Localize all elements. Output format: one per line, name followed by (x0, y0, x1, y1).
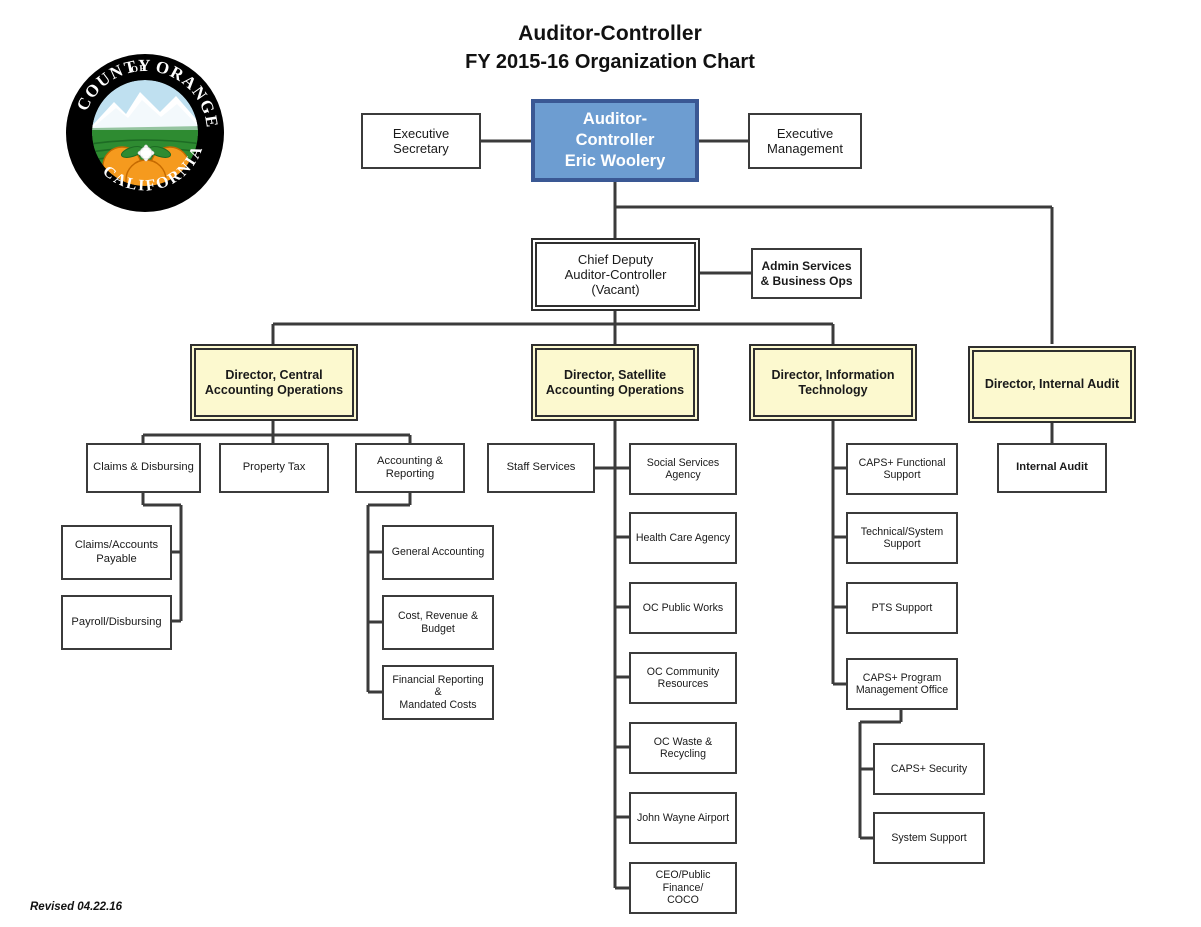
node-ceo-public-finance-coco[interactable]: CEO/Public Finance/COCO (629, 862, 737, 914)
node-label: Financial Reporting & Mandated Costs (392, 673, 484, 711)
node-label: System Support (891, 831, 967, 844)
node-internal-audit[interactable]: Internal Audit (997, 443, 1107, 493)
node-payroll-disbursing[interactable]: Payroll/Disbursing (61, 595, 172, 650)
node-social-services-agency[interactable]: Social Services Agency (629, 443, 737, 495)
node-label: Executive Secretary (392, 125, 450, 156)
node-label: Chief Deputy Auditor-Controller (Vacant) (564, 251, 667, 298)
title-line-1: Auditor-Controller (518, 22, 702, 45)
node-system-support[interactable]: System Support (873, 812, 985, 864)
node-label: OC Waste & Recycling (653, 735, 713, 761)
node-label: Auditor- Controller Eric Woolery (564, 109, 666, 171)
node-claims-accounts-payable[interactable]: Claims/Accounts Payable (61, 525, 172, 580)
node-executive-management[interactable]: Executive Management (748, 113, 862, 169)
node-label: Property Tax (242, 461, 306, 474)
node-caps-program-management-office[interactable]: CAPS+ Program Management Office (846, 658, 958, 710)
node-pts-support[interactable]: PTS Support (846, 582, 958, 634)
node-general-accounting[interactable]: General Accounting (382, 525, 494, 580)
node-label: Staff Services (506, 461, 576, 474)
node-label: PTS Support (871, 601, 933, 614)
node-label: Claims/Accounts Payable (74, 539, 159, 565)
node-label: Social Services Agency (646, 456, 720, 482)
node-property-tax[interactable]: Property Tax (219, 443, 329, 493)
page-title: Auditor-Controller FY 2015-16 Organizati… (260, 22, 960, 74)
node-executive-secretary[interactable]: Executive Secretary (361, 113, 481, 169)
node-chief-deputy-auditor-controller[interactable]: Chief Deputy Auditor-Controller (Vacant) (531, 238, 700, 311)
node-label: Director, Satellite Accounting Operations (545, 367, 685, 397)
node-label: Admin Services & Business Ops (760, 259, 853, 288)
node-caps-security[interactable]: CAPS+ Security (873, 743, 985, 795)
node-label: Director, Internal Audit (984, 377, 1120, 392)
node-label: CAPS+ Program Management Office (855, 671, 949, 697)
node-director-internal-audit[interactable]: Director, Internal Audit (968, 346, 1136, 423)
node-label: Director, Information Technology (771, 367, 895, 397)
node-oc-community-resources[interactable]: OC Community Resources (629, 652, 737, 704)
node-cost-revenue-budget[interactable]: Cost, Revenue & Budget (382, 595, 494, 650)
node-staff-services[interactable]: Staff Services (487, 443, 595, 493)
node-claims-disbursing[interactable]: Claims & Disbursing (86, 443, 201, 493)
node-label: Accounting & Reporting (377, 454, 443, 480)
node-director-information-technology[interactable]: Director, Information Technology (749, 344, 917, 421)
node-oc-public-works[interactable]: OC Public Works (629, 582, 737, 634)
seal-mid-text: OF (130, 63, 145, 74)
revised-date-label: Revised 04.22.16 (30, 901, 123, 913)
node-caps-functional-support[interactable]: CAPS+ Functional Support (846, 443, 958, 495)
node-label: CAPS+ Functional Support (858, 456, 946, 482)
node-label: Executive Management (767, 125, 843, 156)
node-label: Director, Central Accounting Operations (204, 367, 344, 397)
svg-text:OF: OF (130, 63, 146, 74)
node-label: Technical/System Support (860, 525, 944, 551)
node-director-satellite-accounting-operations[interactable]: Director, Satellite Accounting Operations (531, 344, 699, 421)
node-label: Cost, Revenue & Budget (397, 610, 479, 635)
node-health-care-agency[interactable]: Health Care Agency (629, 512, 737, 564)
title-line-2: FY 2015-16 Organization Chart (465, 51, 755, 73)
node-john-wayne-airport[interactable]: John Wayne Airport (629, 792, 737, 844)
node-label: John Wayne Airport (636, 811, 730, 824)
node-label: Claims & Disbursing (93, 461, 194, 474)
node-financial-reporting-mandated-costs[interactable]: Financial Reporting & Mandated Costs (382, 665, 494, 720)
node-label: Payroll/Disbursing (71, 615, 162, 628)
node-admin-services-business-ops[interactable]: Admin Services & Business Ops (751, 248, 862, 299)
node-director-central-accounting-operations[interactable]: Director, Central Accounting Operations (190, 344, 358, 421)
node-label: Health Care Agency (635, 531, 731, 544)
node-label: General Accounting (391, 546, 485, 559)
county-of-orange-seal-icon: COUNTY OF ORANGE CALIFORNIA (66, 54, 224, 212)
node-label: CAPS+ Security (890, 762, 968, 775)
node-accounting-reporting[interactable]: Accounting & Reporting (355, 443, 465, 493)
node-auditor-controller[interactable]: Auditor- Controller Eric Woolery (531, 99, 699, 182)
org-chart-canvas: Auditor-Controller FY 2015-16 Organizati… (0, 0, 1201, 927)
node-label: OC Public Works (642, 601, 724, 614)
node-label: OC Community Resources (646, 665, 720, 691)
node-oc-waste-recycling[interactable]: OC Waste & Recycling (629, 722, 737, 774)
node-technical-system-support[interactable]: Technical/System Support (846, 512, 958, 564)
node-label: CEO/Public Finance/COCO (655, 869, 711, 907)
node-label: Internal Audit (1016, 461, 1088, 474)
